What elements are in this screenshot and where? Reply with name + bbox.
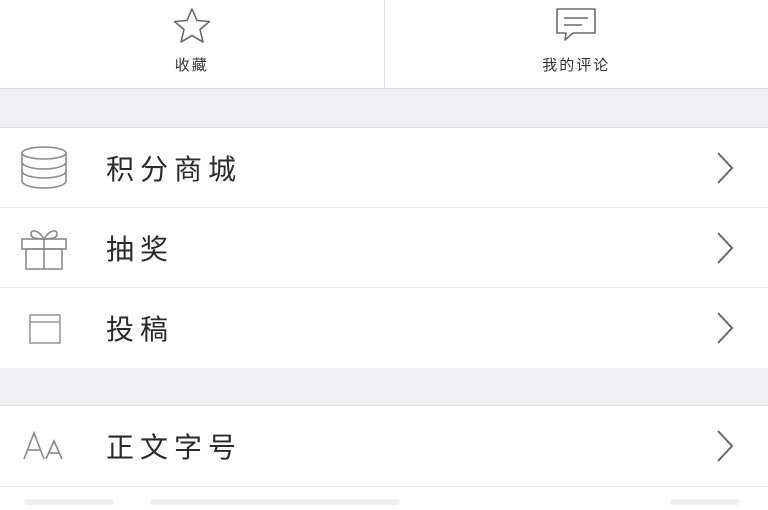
section-separator bbox=[0, 89, 768, 128]
profile-screen: 收藏 我的评论 积分商城 抽奖 投稿 正文字号 bbox=[0, 0, 768, 510]
menu-item-label: 积分商城 bbox=[106, 152, 243, 186]
chevron-right-icon bbox=[714, 150, 736, 186]
chevron-right-icon bbox=[714, 230, 736, 266]
menu-item-submit[interactable]: 投稿 bbox=[0, 288, 768, 368]
chevron-right-icon bbox=[714, 310, 736, 346]
menu-item-font-size[interactable]: 正文字号 bbox=[0, 406, 768, 486]
partial-row bbox=[0, 486, 768, 510]
my-comments-label: 我的评论 bbox=[542, 56, 611, 74]
font-size-icon bbox=[18, 422, 70, 470]
section-separator bbox=[0, 368, 768, 406]
chevron-right-icon bbox=[714, 428, 736, 464]
menu-group-2: 正文字号 bbox=[0, 406, 768, 486]
menu-item-lottery[interactable]: 抽奖 bbox=[0, 208, 768, 288]
partial-row-icon bbox=[24, 499, 114, 505]
top-actions-bar: 收藏 我的评论 bbox=[0, 0, 768, 89]
partial-row-text bbox=[150, 499, 400, 505]
gift-icon bbox=[18, 224, 70, 272]
partial-row-control bbox=[670, 499, 740, 505]
favorites-button[interactable]: 收藏 bbox=[0, 0, 384, 88]
star-icon bbox=[170, 4, 214, 44]
database-icon bbox=[18, 144, 70, 192]
window-icon bbox=[18, 304, 70, 352]
comment-icon bbox=[554, 4, 598, 44]
favorites-label: 收藏 bbox=[174, 56, 209, 74]
menu-item-label: 投稿 bbox=[106, 313, 175, 346]
menu-item-label: 抽奖 bbox=[106, 232, 175, 266]
my-comments-button[interactable]: 我的评论 bbox=[383, 0, 768, 88]
menu-item-label: 正文字号 bbox=[106, 431, 243, 464]
menu-item-points-mall[interactable]: 积分商城 bbox=[0, 128, 768, 208]
menu-group-1: 积分商城 抽奖 投稿 bbox=[0, 128, 768, 368]
